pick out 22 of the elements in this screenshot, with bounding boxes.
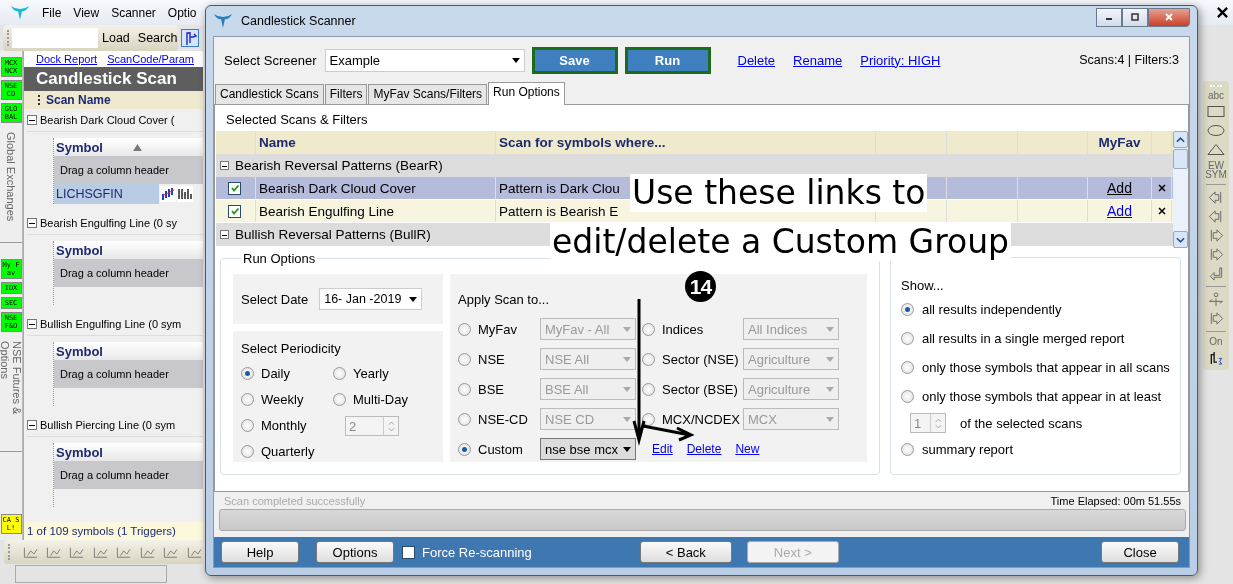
group-by-hint: Drag a column header <box>54 461 203 489</box>
group-by-hint: Drag a column header <box>54 156 203 184</box>
status-text: 1 of 109 symbols (1 Triggers) <box>24 522 203 540</box>
group-by-hint: Drag a column header <box>54 259 203 287</box>
table-cell: Bearish Engulfing Line <box>256 200 496 222</box>
window-title: Candlestick Scanner <box>241 14 356 28</box>
field-label: Apply Scan to... <box>458 292 550 307</box>
field-label: Select Periodicity <box>241 341 342 356</box>
field-label: Select Screener <box>224 52 317 68</box>
scan-count: Scans:4 | Filters:3 <box>1079 53 1179 67</box>
field-label: of the selected scans <box>960 415 1083 431</box>
group-legend: Run Options <box>241 251 318 266</box>
report-title: Candlestick Scan <box>24 67 203 91</box>
callout-tooltip: edit/delete a Custom Group <box>550 223 1012 261</box>
field-label: Select Date <box>241 291 309 307</box>
section-label: Selected Scans & Filters <box>225 111 369 129</box>
group-by-hint: Drag a column header <box>54 360 203 388</box>
section-label: Show... <box>901 277 945 295</box>
status-text: Scan completed successfully <box>224 495 366 507</box>
elapsed-time: Time Elapsed: 00m 51.55s <box>1050 495 1181 507</box>
table-cell: Bearish Dark Cloud Cover <box>256 177 496 199</box>
callout-tooltip: Use these links to <box>630 174 928 212</box>
